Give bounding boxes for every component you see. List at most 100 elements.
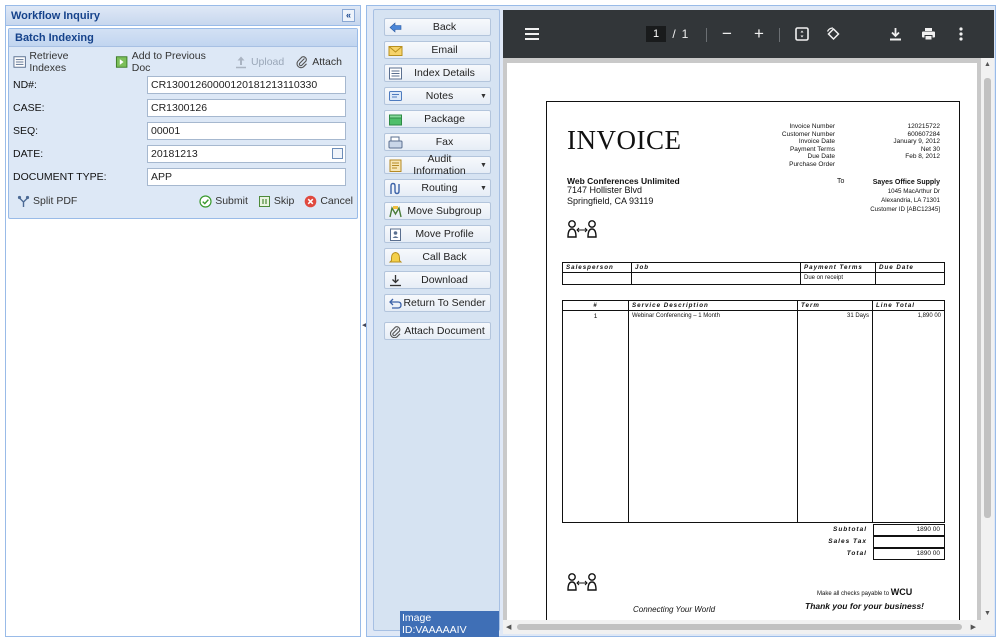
- recipient-address-line: Alexandria, LA 71301: [881, 197, 940, 204]
- scroll-right-icon[interactable]: ▶: [971, 623, 976, 631]
- recipient-address-line: 1045 MacArthur Dr: [887, 188, 940, 195]
- pdf-toolbar: 1 / 1 − +: [503, 10, 994, 58]
- meta-label: Due Date: [807, 153, 835, 161]
- horizontal-scroll-thumb[interactable]: [517, 624, 962, 630]
- attach-button[interactable]: Attach: [295, 55, 342, 69]
- audit-information-button[interactable]: Audit Information ▼: [384, 153, 491, 177]
- paperclip-icon: [390, 325, 401, 338]
- vertical-scroll-thumb[interactable]: [984, 78, 991, 518]
- table-header: Salesperson: [562, 262, 632, 273]
- dropdown-arrow-icon[interactable]: ▼: [480, 162, 490, 169]
- call-back-label: Call Back: [422, 251, 467, 263]
- meta-value: Net 30: [920, 145, 940, 153]
- page-number-input[interactable]: 1: [645, 10, 667, 58]
- fit-page-button[interactable]: [790, 10, 814, 58]
- scroll-up-icon[interactable]: ▲: [984, 61, 991, 68]
- add-to-previous-doc-button[interactable]: Add to Previous Doc: [115, 50, 223, 74]
- scroll-left-icon[interactable]: ◀: [506, 623, 511, 631]
- paperclip-icon: [296, 56, 308, 69]
- scroll-down-icon[interactable]: ▼: [984, 610, 991, 617]
- index-details-label: Index Details: [414, 67, 475, 79]
- thank-you-note: Thank you for your business!: [805, 601, 925, 611]
- date-value: 20181213: [151, 147, 198, 160]
- sender-address-line: 7147 Hollister Blvd: [567, 185, 643, 195]
- recipient-name: Sayes Office Supply: [872, 179, 940, 186]
- table-cell: [875, 272, 945, 285]
- routing-button[interactable]: Routing ▼: [384, 179, 491, 197]
- meta-label: Payment Terms: [789, 145, 835, 153]
- fax-label: Fax: [435, 136, 454, 148]
- table-header: Line Total: [872, 300, 945, 311]
- current-page[interactable]: 1: [646, 26, 666, 42]
- horizontal-scrollbar[interactable]: ◀ ▶: [503, 620, 994, 634]
- return-to-sender-button[interactable]: Return To Sender: [384, 294, 491, 312]
- skip-button[interactable]: Skip: [258, 195, 294, 208]
- table-cell: 31 Days: [797, 310, 873, 523]
- index-details-button[interactable]: Index Details: [384, 64, 491, 82]
- pdf-canvas[interactable]: INVOICE Invoice Number Customer Number I…: [503, 58, 981, 623]
- fax-button[interactable]: Fax: [384, 133, 491, 151]
- calendar-icon[interactable]: [332, 147, 343, 159]
- split-pdf-button[interactable]: Split PDF: [17, 195, 77, 208]
- company-logo-footer-icon: [567, 573, 597, 591]
- invoice-title: INVOICE: [567, 125, 682, 155]
- cancel-button[interactable]: Cancel: [304, 195, 353, 208]
- dropdown-arrow-icon[interactable]: ▼: [480, 93, 490, 100]
- download-button[interactable]: Download: [384, 271, 491, 289]
- batch-indexing-title[interactable]: Batch Indexing: [9, 29, 357, 47]
- email-label: Email: [431, 44, 458, 56]
- rotate-icon: [826, 26, 840, 40]
- total-value: 1890 00: [873, 548, 945, 560]
- case-field[interactable]: CR1300126: [147, 98, 346, 117]
- invoice-meta-labels: Invoice Number Customer Number Invoice D…: [755, 123, 835, 169]
- sales-tax-value: [873, 536, 945, 548]
- case-label: CASE:: [13, 101, 45, 114]
- more-options-button[interactable]: [951, 10, 971, 58]
- menu-button[interactable]: [518, 10, 546, 58]
- panel-header: Workflow Inquiry «: [6, 6, 360, 26]
- back-button[interactable]: Back: [384, 18, 491, 36]
- retrieve-indexes-button[interactable]: Retrieve Indexes: [13, 50, 104, 74]
- collapse-panel-button[interactable]: «: [342, 9, 355, 22]
- nd-label: ND#:: [13, 78, 37, 91]
- print-icon: [921, 28, 935, 41]
- move-profile-button[interactable]: Move Profile: [384, 225, 491, 243]
- panel-title: Workflow Inquiry: [11, 9, 101, 22]
- attach-document-button[interactable]: Attach Document: [384, 322, 491, 340]
- print-button[interactable]: [916, 10, 940, 58]
- zoom-in-button[interactable]: +: [748, 10, 770, 58]
- upload-button[interactable]: Upload: [234, 55, 284, 69]
- package-button[interactable]: Package: [384, 110, 491, 128]
- submit-button[interactable]: Submit: [199, 194, 248, 208]
- sender-address: 7147 Hollister Blvd Springfield, CA 9311…: [567, 185, 653, 207]
- seq-label: SEQ:: [13, 124, 39, 137]
- skip-label: Skip: [273, 195, 295, 207]
- vertical-scrollbar[interactable]: ▲ ▼: [981, 58, 994, 620]
- notes-label: Notes: [425, 90, 454, 102]
- call-back-button[interactable]: Call Back: [384, 248, 491, 266]
- table-header: Due Date: [875, 262, 945, 273]
- download-pdf-button[interactable]: [883, 10, 907, 58]
- meta-value: 600607284: [907, 130, 940, 138]
- payable-text: Make all checks payable to: [817, 591, 890, 597]
- download-icon: [889, 28, 901, 41]
- notes-button[interactable]: Notes ▼: [384, 87, 491, 105]
- meta-label: Purchase Order: [789, 160, 835, 168]
- rotate-button[interactable]: [821, 10, 845, 58]
- seq-field[interactable]: 00001: [147, 121, 346, 140]
- nd-field[interactable]: CR13001260000120181213110330: [147, 75, 346, 94]
- email-button[interactable]: Email: [384, 41, 491, 59]
- bell-icon: [388, 251, 403, 262]
- dropdown-arrow-icon[interactable]: ▼: [480, 185, 490, 192]
- move-subgroup-button[interactable]: Move Subgroup: [384, 202, 491, 220]
- back-label: Back: [432, 21, 457, 33]
- meta-label: Customer Number: [781, 130, 835, 138]
- case-row: CASE: CR1300126: [9, 96, 357, 119]
- date-field[interactable]: 20181213: [147, 144, 346, 163]
- download-icon: [390, 274, 401, 286]
- doctype-field[interactable]: APP: [147, 167, 346, 186]
- notes-icon: [389, 90, 402, 101]
- image-id-label: Image ID:VAAAAAIV: [400, 611, 499, 637]
- zoom-out-button[interactable]: −: [716, 10, 738, 58]
- document-panel: Back Email Index Details Notes ▼ Package Fax Au…: [366, 5, 996, 637]
